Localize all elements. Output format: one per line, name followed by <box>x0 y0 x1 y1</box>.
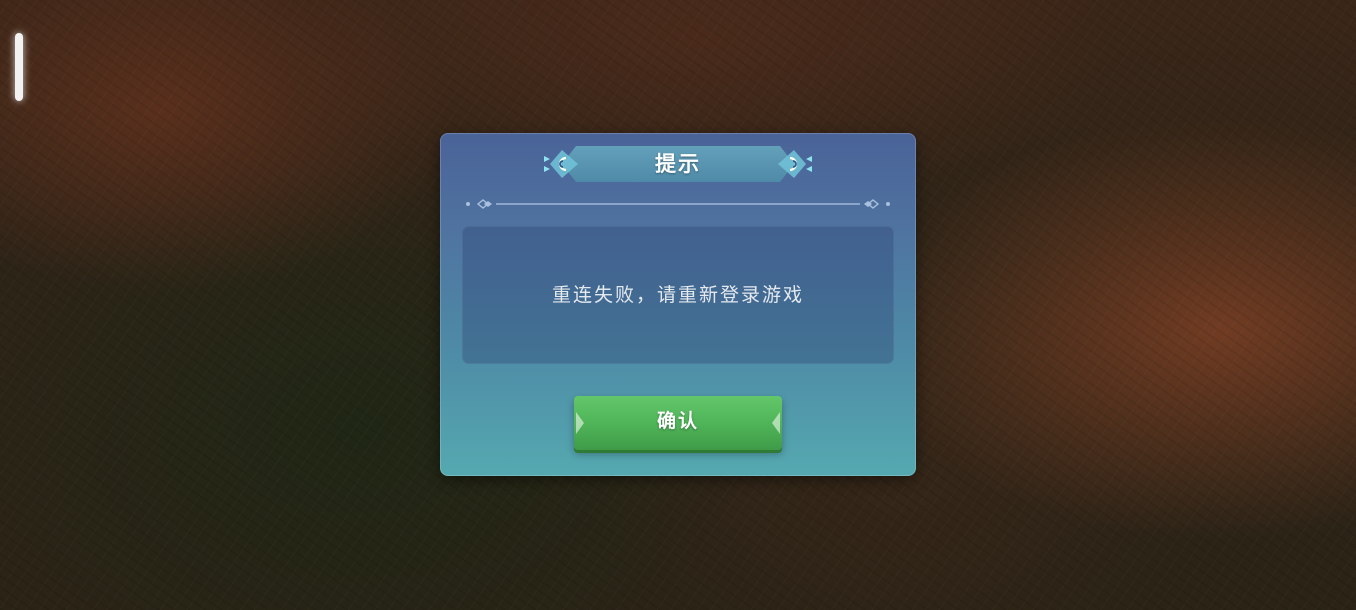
message-panel: 重连失败，请重新登录游戏 <box>462 226 894 364</box>
notice-dialog: 提示 重连失败，请重新登录游戏 确认 <box>440 133 916 476</box>
confirm-button-label: 确认 <box>656 410 699 432</box>
game-scene-background: 提示 重连失败，请重新登录游戏 确认 <box>0 0 1356 610</box>
reconnect-failed-message: 重连失败，请重新登录游戏 <box>551 284 804 306</box>
dialog-title: 提示 <box>655 152 701 176</box>
confirm-button[interactable]: 确认 <box>574 396 782 450</box>
diamond-divider-icon <box>466 199 890 209</box>
side-drag-handle-icon[interactable] <box>15 33 23 101</box>
